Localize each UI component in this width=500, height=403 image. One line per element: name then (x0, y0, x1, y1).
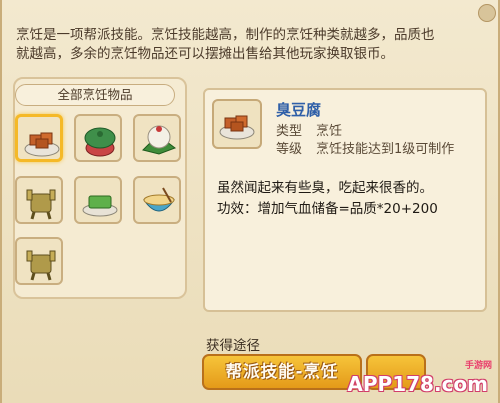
bronze-cauldron-icon (26, 189, 56, 220)
green-cake-icon (82, 195, 118, 217)
level-label: 等级 (276, 142, 303, 157)
category-tab-all[interactable]: 全部烹饪物品 (15, 84, 175, 106)
close-icon[interactable] (478, 4, 496, 22)
watermark-subtitle: 手游网 (464, 361, 492, 371)
item-slot-cauldron-1[interactable] (15, 176, 63, 224)
lotus-leaf-dish-icon (84, 127, 116, 157)
detail-item-icon (212, 99, 262, 149)
source-label: 获得途径 (206, 338, 260, 354)
type-label: 类型 (276, 124, 303, 139)
watermark-logo: 手游网 APP178.com (347, 357, 496, 401)
level-value: 烹饪技能达到1级可制作 (316, 142, 455, 157)
bronze-cauldron-icon (26, 250, 56, 281)
watermark-text: APP178.com (347, 372, 488, 396)
effect-text: 功效：增加气血储备=品质*20+200 (217, 201, 438, 217)
item-slot-rice-dumpling[interactable] (133, 114, 181, 162)
tofu-icon (24, 132, 60, 157)
noodle-bowl-icon (143, 187, 175, 212)
item-slot-tofu[interactable] (15, 114, 63, 162)
flavor-text: 虽然闻起来有些臭，吃起来很香的。 (217, 180, 433, 196)
skill-description: 烹饪是一项帮派技能。烹饪技能越高，制作的烹饪种类就越多，品质也 就越高，多余的烹… (16, 26, 486, 64)
description-line-2: 就越高，多余的烹饪物品还可以摆摊出售给其他玩家换取银币。 (16, 46, 394, 62)
type-value: 烹饪 (316, 124, 343, 139)
description-line-1: 烹饪是一项帮派技能。烹饪技能越高，制作的烹饪种类就越多，品质也 (16, 27, 435, 43)
source-button-guild-cooking[interactable]: 帮派技能-烹饪 (202, 354, 362, 390)
rice-dumpling-icon (142, 125, 177, 155)
tofu-icon (219, 115, 255, 140)
item-slot-cauldron-2[interactable] (15, 237, 63, 285)
item-slot-green-cake[interactable] (74, 176, 122, 224)
item-slot-noodle-bowl[interactable] (133, 176, 181, 224)
item-name: 臭豆腐 (276, 101, 322, 119)
item-slot-lotus-dish[interactable] (74, 114, 122, 162)
